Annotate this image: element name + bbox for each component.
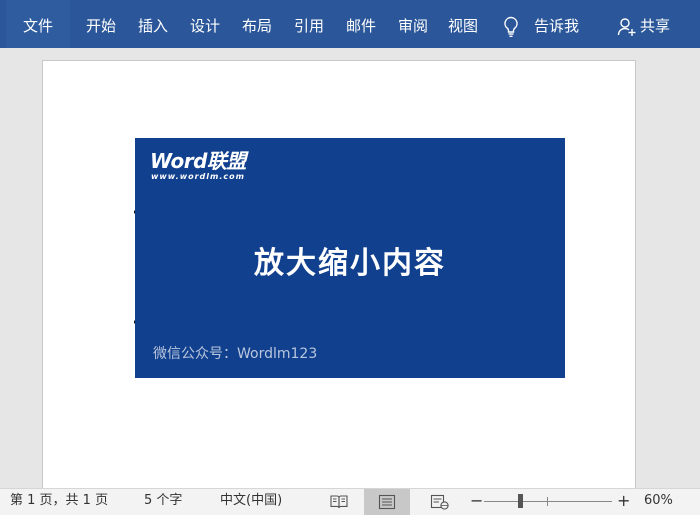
zoom-slider-center-mark [547,497,548,506]
zoom-slider-track[interactable] [484,501,612,502]
word-union-logo: Word联盟 www.wordlm.com [150,150,246,182]
ribbon-tab-bar: 文件 开始 插入 设计 布局 引用 邮件 审阅 视图 告诉我 共享 [0,0,700,48]
document-canvas[interactable]: Word联盟 www.wordlm.com 放大缩小内容 微信公众号：Wordl… [0,48,700,500]
status-bar: 第 1 页，共 1 页 5 个字 中文(中国) − + 60% [0,488,700,515]
read-mode-icon [330,495,348,509]
word-count[interactable]: 5 个字 [144,489,182,513]
web-layout-icon [430,494,449,510]
tell-me-button[interactable]: 告诉我 [534,0,579,48]
zoom-in-button[interactable]: + [617,489,630,513]
tab-layout[interactable]: 布局 [242,0,272,48]
banner-image[interactable]: Word联盟 www.wordlm.com 放大缩小内容 微信公众号：Wordl… [135,138,565,378]
tab-insert[interactable]: 插入 [138,0,168,48]
banner-caption: 微信公众号：Wordlm123 [153,346,318,362]
tab-design[interactable]: 设计 [190,0,220,48]
language-indicator[interactable]: 中文(中国) [220,489,282,513]
logo-title: Word联盟 [150,149,246,173]
read-mode-button[interactable] [316,489,362,515]
lightbulb-icon[interactable] [502,16,520,38]
print-layout-icon [378,494,396,510]
tab-file[interactable]: 文件 [6,0,70,48]
tab-references[interactable]: 引用 [294,0,324,48]
web-layout-button[interactable] [416,489,462,515]
zoom-slider-thumb[interactable] [517,494,523,508]
logo-url: www.wordlm.com [151,172,245,181]
page-count[interactable]: 第 1 页，共 1 页 [10,489,108,513]
print-layout-button[interactable] [364,489,410,515]
share-person-icon[interactable] [617,17,637,37]
tab-home[interactable]: 开始 [86,0,116,48]
zoom-out-button[interactable]: − [470,489,483,513]
banner-headline: 放大缩小内容 [254,246,446,281]
share-button[interactable]: 共享 [640,0,670,48]
tab-view[interactable]: 视图 [448,0,478,48]
tab-review[interactable]: 审阅 [398,0,428,48]
tab-mailings[interactable]: 邮件 [346,0,376,48]
zoom-level[interactable]: 60% [644,489,673,513]
